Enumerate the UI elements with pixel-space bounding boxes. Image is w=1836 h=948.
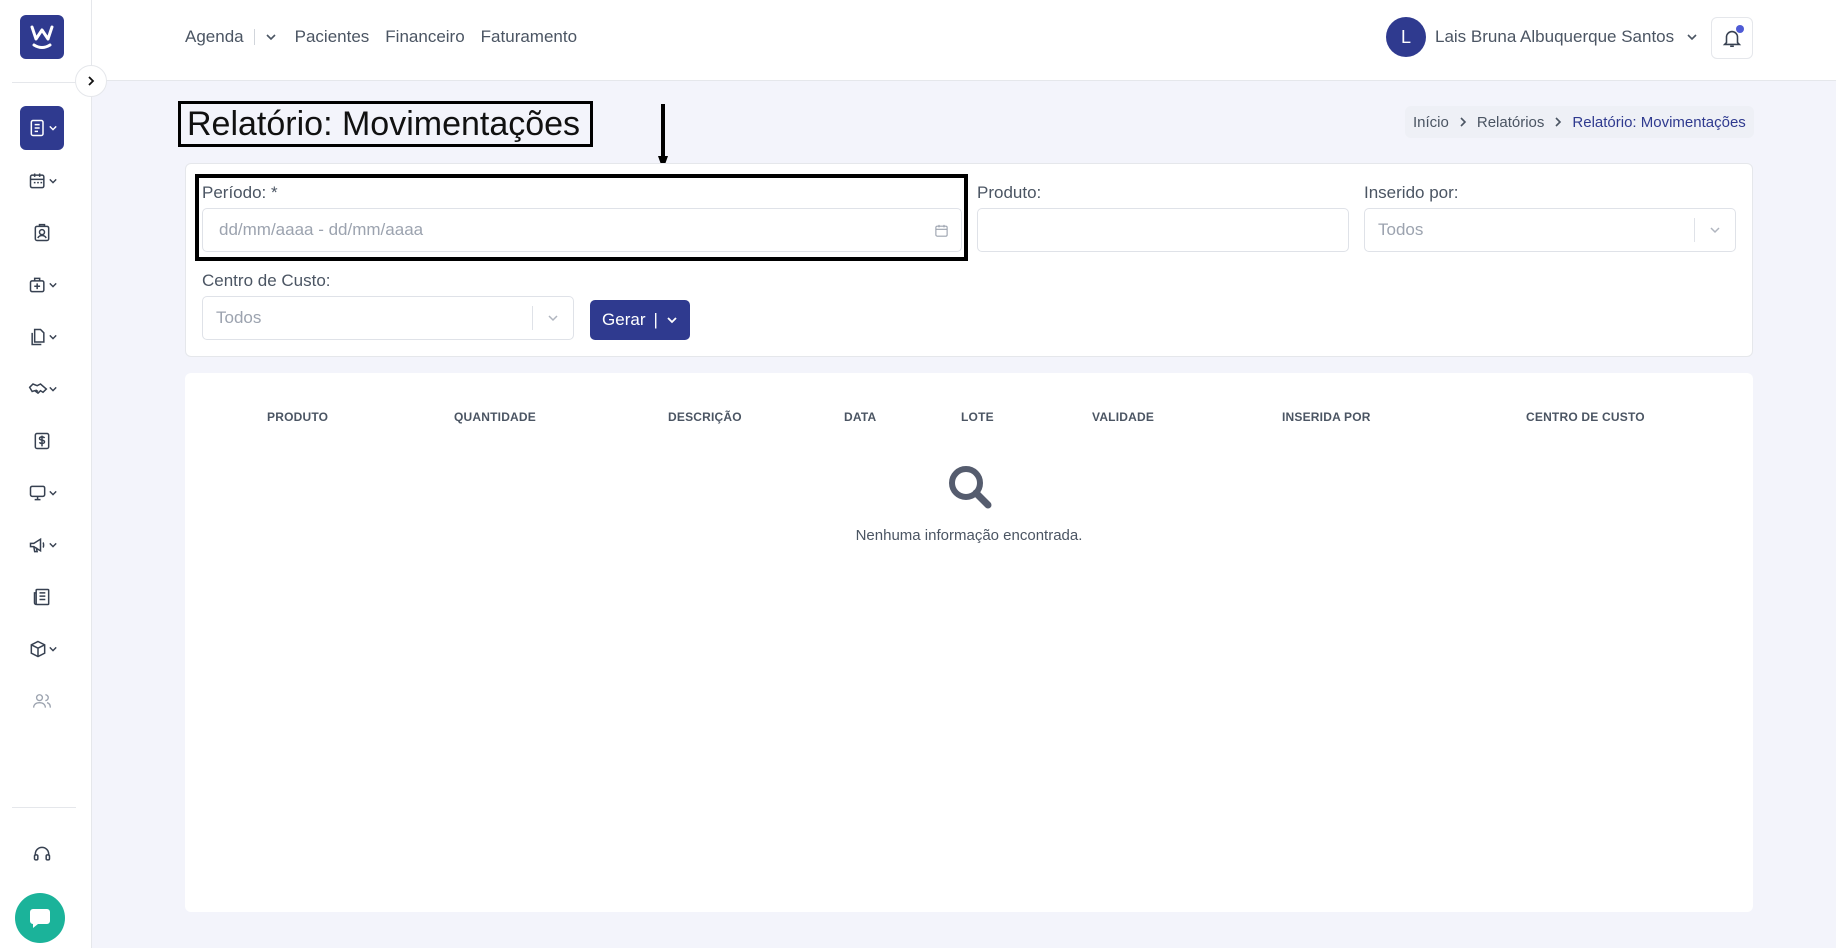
inserido-value: Todos [1378,220,1424,239]
main-nav: Agenda Pacientes Financeiro Faturamento [185,27,577,47]
chevron-down-icon [48,334,57,340]
gerar-label: Gerar [602,310,646,329]
sidebar-item-marketing[interactable] [20,523,64,567]
calendar-icon [935,224,948,237]
patient-badge-icon [34,223,50,242]
chevron-down-icon [48,646,57,652]
sidebar-item-inventory[interactable] [20,627,64,671]
column-header-quantidade[interactable]: QUANTIDADE [454,410,536,424]
sidebar-item-documents[interactable] [20,315,64,359]
sidebar-item-monitor[interactable] [20,471,64,515]
headset-icon [33,846,51,861]
chevron-down-icon [1695,224,1735,236]
chevron-down-icon [48,386,57,392]
nav-agenda-dropdown[interactable] [265,31,277,43]
nav-separator [253,29,255,45]
megaphone-icon [29,537,44,553]
chevron-down-icon [533,312,573,324]
column-header-inserida-por[interactable]: INSERIDA POR [1282,410,1371,424]
nav-pacientes[interactable]: Pacientes [295,27,370,47]
monitor-icon [29,485,45,501]
centro-select[interactable]: Todos [202,296,574,340]
sidebar-item-news[interactable] [20,575,64,619]
nav-faturamento[interactable]: Faturamento [481,27,577,47]
avatar: L [1386,17,1426,57]
sidebar-item-finance[interactable] [20,419,64,463]
results-card: PRODUTO QUANTIDADE DESCRIÇÃO DATA LOTE V… [185,373,1753,912]
chevron-down-icon [48,125,57,131]
sidebar-item-patients[interactable] [20,211,64,255]
notifications-button[interactable] [1711,17,1753,59]
logo-w-icon [30,25,54,49]
calendar-icon [29,173,45,189]
chevron-down-icon [48,178,57,184]
periodo-input[interactable]: dd/mm/aaaa - dd/mm/aaaa [202,208,962,252]
report-icon [30,119,44,137]
produto-label: Produto: [977,183,1042,202]
sidebar-item-calendar[interactable] [20,159,64,203]
nav-agenda[interactable]: Agenda [185,27,244,47]
gerar-separator: | [653,310,658,329]
chat-bubble-icon [30,909,50,928]
sidebar-divider [12,82,76,83]
breadcrumb-reports[interactable]: Relatórios [1477,114,1545,131]
nav-financeiro[interactable]: Financeiro [385,27,464,47]
periodo-label: Período: * [202,183,278,202]
chevron-down-icon [48,542,57,548]
sidebar-divider [12,807,76,808]
sidebar-item-support[interactable] [20,832,64,876]
app-logo[interactable] [20,15,64,59]
breadcrumb: Início Relatórios Relatório: Movimentaçõ… [1405,106,1754,138]
sidebar-item-medical[interactable] [20,263,64,307]
produto-input[interactable] [977,208,1349,252]
sidebar-item-users[interactable] [20,679,64,723]
users-icon [33,694,51,708]
sidebar [0,0,92,948]
sidebar-item-reports[interactable] [20,106,64,150]
chevron-down-icon [48,490,57,496]
periodo-placeholder: dd/mm/aaaa - dd/mm/aaaa [219,220,424,239]
column-header-centro-de-custo[interactable]: CENTRO DE CUSTO [1526,410,1645,424]
newspaper-icon [33,588,50,606]
column-header-data[interactable]: DATA [844,410,876,424]
dollar-icon [34,432,50,450]
inserido-label: Inserido por: [1364,183,1459,202]
medical-kit-icon [29,277,45,293]
user-menu[interactable]: L Lais Bruna Albuquerque Santos [1386,17,1698,57]
gerar-button[interactable]: Gerar | [590,300,690,340]
column-header-validade[interactable]: VALIDADE [1092,410,1154,424]
notification-dot [1736,25,1744,33]
page-title: Relatório: Movimentações [178,101,594,147]
chevron-right-icon [1458,117,1468,127]
chevron-right-icon [1553,117,1563,127]
chevron-right-icon [88,76,95,86]
column-header-produto[interactable]: PRODUTO [267,410,328,424]
annotation-arrow [658,104,668,170]
chevron-down-icon [1687,34,1697,41]
breadcrumb-current: Relatório: Movimentações [1572,113,1746,131]
chat-button[interactable] [15,893,65,943]
top-bar: Agenda Pacientes Financeiro Faturamento … [92,0,1836,81]
chevron-down-icon [667,317,677,324]
inserido-select[interactable]: Todos [1364,208,1736,252]
centro-value: Todos [216,308,262,327]
chevron-down-icon [266,34,276,41]
centro-label: Centro de Custo: [202,271,331,290]
column-header-lote[interactable]: LOTE [961,410,994,424]
breadcrumb-home[interactable]: Início [1413,114,1449,131]
sidebar-toggle-button[interactable] [75,65,107,97]
box-icon [30,640,45,658]
empty-message: Nenhuma informação encontrada. [855,527,1083,544]
handshake-icon [28,383,47,395]
sidebar-item-partners[interactable] [20,367,64,411]
documents-icon [30,328,45,346]
search-icon [949,466,992,509]
user-name: Lais Bruna Albuquerque Santos [1435,27,1675,46]
column-header-descricao[interactable]: DESCRIÇÃO [668,410,742,424]
chevron-down-icon [48,282,57,288]
